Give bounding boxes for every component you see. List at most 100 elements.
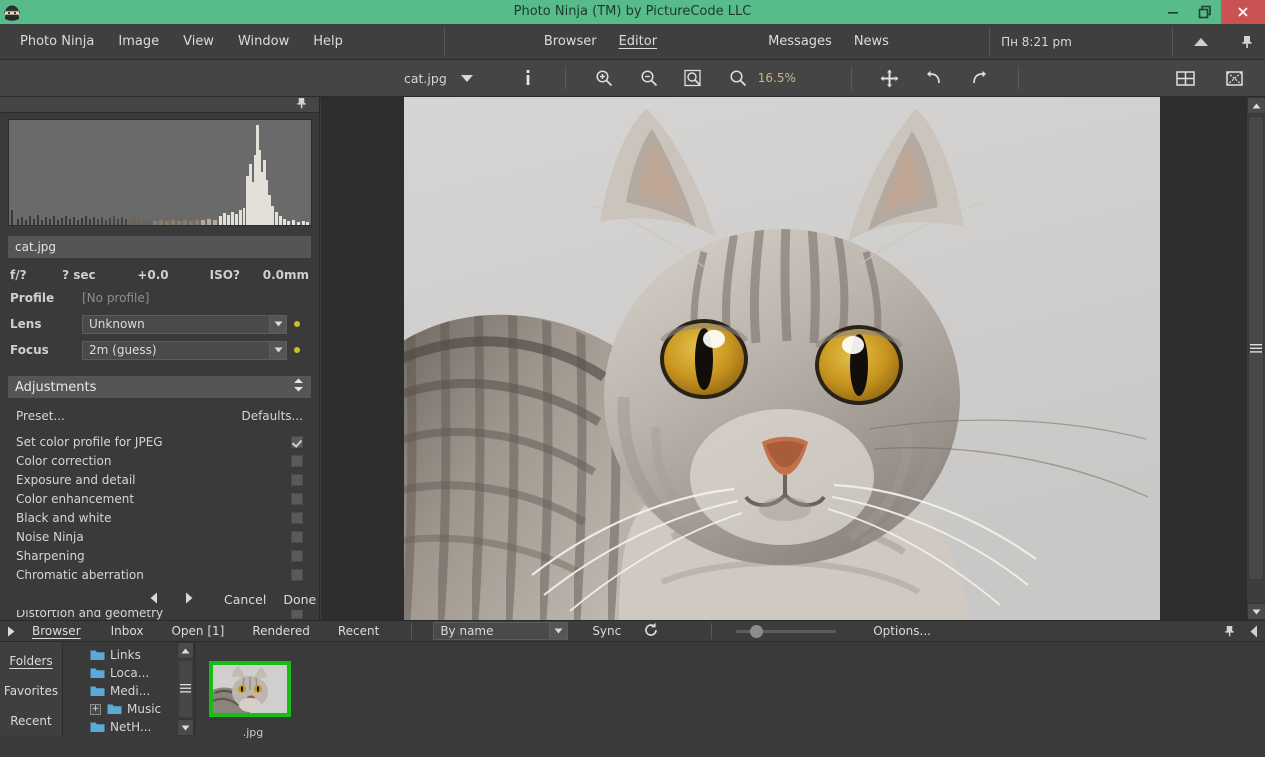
photo-canvas[interactable] bbox=[404, 97, 1160, 620]
adjustment-checkbox[interactable] bbox=[291, 530, 303, 543]
place-recent[interactable]: Recent bbox=[10, 706, 51, 736]
adjustment-checkbox[interactable] bbox=[291, 549, 303, 562]
defaults-button[interactable]: Defaults... bbox=[241, 409, 303, 423]
lens-select[interactable]: Unknown bbox=[82, 314, 287, 334]
adjustment-row-black-and-white[interactable]: Black and white bbox=[0, 508, 319, 527]
scrollbar-grip-icon bbox=[180, 682, 191, 696]
vertical-scroll-thumb[interactable] bbox=[1248, 116, 1264, 580]
slider-knob[interactable] bbox=[750, 624, 764, 638]
toolbar-divider-1 bbox=[564, 66, 566, 90]
adjustment-row-set-color-profile[interactable]: Set color profile for JPEG bbox=[0, 432, 319, 451]
tree-expander-icon[interactable]: + bbox=[90, 704, 101, 715]
menu-window[interactable]: Window bbox=[226, 24, 301, 60]
browser-expand-button[interactable] bbox=[0, 626, 22, 637]
adjustment-row-color-enhancement[interactable]: Color enhancement bbox=[0, 489, 319, 508]
tree-row-nethood[interactable]: NetH... bbox=[64, 718, 194, 736]
tree-row-media[interactable]: Medi... bbox=[64, 682, 194, 700]
options-button[interactable]: Options... bbox=[873, 624, 931, 638]
menu-view[interactable]: View bbox=[171, 24, 226, 60]
zoom-out-icon[interactable] bbox=[633, 66, 665, 90]
scroll-up-button[interactable] bbox=[1247, 97, 1265, 114]
chevron-down-icon[interactable] bbox=[549, 623, 568, 639]
viewer-vertical-scrollbar[interactable] bbox=[1246, 97, 1265, 620]
chevron-down-icon[interactable] bbox=[269, 341, 286, 359]
adjustment-row-chromatic-aberration[interactable]: Chromatic aberration bbox=[0, 565, 319, 584]
file-dropdown-button[interactable] bbox=[453, 66, 481, 90]
tree-row-music[interactable]: + Music bbox=[64, 700, 194, 718]
done-button[interactable]: Done bbox=[283, 592, 316, 607]
tree-row-local[interactable]: Loca... bbox=[64, 664, 194, 682]
adjustment-checkbox[interactable] bbox=[291, 492, 303, 505]
tree-vertical-scrollbar[interactable] bbox=[177, 642, 194, 736]
image-filename-field[interactable]: cat.jpg bbox=[8, 236, 311, 258]
collapse-panel-button[interactable] bbox=[1173, 37, 1229, 47]
tab-news[interactable]: News bbox=[843, 24, 900, 60]
adjustment-row-color-correction[interactable]: Color correction bbox=[0, 451, 319, 470]
zoom-fit-icon[interactable] bbox=[677, 66, 710, 90]
browser-tab-recent[interactable]: Recent bbox=[328, 620, 389, 642]
thumbnail-size-slider[interactable] bbox=[736, 624, 837, 638]
thumbnail-item[interactable]: .jpg bbox=[209, 661, 297, 739]
menu-help[interactable]: Help bbox=[301, 24, 355, 60]
sort-order-select[interactable]: By name bbox=[433, 622, 569, 640]
adjustment-row-sharpening[interactable]: Sharpening bbox=[0, 546, 319, 565]
folder-tree[interactable]: Links Loca... Medi... + Music NetH... bbox=[64, 642, 195, 736]
preset-button[interactable]: Preset... bbox=[16, 409, 65, 423]
browser-tab-browser[interactable]: Browser bbox=[22, 620, 91, 642]
pin-icon[interactable] bbox=[296, 97, 307, 113]
menu-photo-ninja[interactable]: Photo Ninja bbox=[8, 24, 106, 60]
tree-row-links[interactable]: Links bbox=[64, 646, 194, 664]
adjustment-checkbox[interactable] bbox=[291, 435, 303, 448]
focus-select[interactable]: 2m (guess) bbox=[82, 340, 287, 360]
place-folders[interactable]: Folders bbox=[9, 646, 52, 676]
tree-scroll-down-button[interactable] bbox=[177, 719, 194, 736]
restore-button[interactable] bbox=[1189, 0, 1221, 24]
scroll-down-button[interactable] bbox=[1247, 603, 1265, 620]
adjustment-checkbox[interactable] bbox=[291, 473, 303, 486]
pan-tool-icon[interactable] bbox=[873, 66, 906, 90]
place-favorites[interactable]: Favorites bbox=[4, 676, 58, 706]
sync-button[interactable]: Sync bbox=[592, 624, 621, 638]
adjustment-row-noise-ninja[interactable]: Noise Ninja bbox=[0, 527, 319, 546]
info-icon[interactable] bbox=[517, 66, 539, 90]
folder-icon bbox=[90, 667, 105, 679]
undo-icon[interactable] bbox=[919, 66, 950, 90]
chevron-down-icon[interactable] bbox=[269, 315, 286, 333]
tab-browser[interactable]: Browser bbox=[533, 24, 608, 60]
tab-editor[interactable]: Editor bbox=[608, 24, 668, 60]
thumbnail-image[interactable] bbox=[209, 661, 291, 717]
folder-icon bbox=[90, 649, 105, 661]
adjustment-checkbox[interactable] bbox=[291, 454, 303, 467]
adjustment-checkbox[interactable] bbox=[291, 511, 303, 524]
tree-scroll-up-button[interactable] bbox=[177, 642, 194, 659]
minimize-button[interactable] bbox=[1157, 0, 1189, 24]
grid-view-icon[interactable] bbox=[1169, 66, 1202, 90]
histogram[interactable] bbox=[8, 119, 312, 226]
triangle-left-icon[interactable] bbox=[146, 592, 162, 607]
close-button[interactable] bbox=[1221, 0, 1265, 24]
zoom-in-icon[interactable] bbox=[588, 66, 620, 90]
profile-value[interactable]: [No profile] bbox=[82, 291, 149, 305]
browser-tab-rendered[interactable]: Rendered bbox=[242, 620, 319, 642]
pin-panel-button[interactable] bbox=[1229, 35, 1265, 49]
browser-pin-button[interactable] bbox=[1215, 625, 1243, 638]
menu-image[interactable]: Image bbox=[106, 24, 171, 60]
adjustment-row-exposure-and-detail[interactable]: Exposure and detail bbox=[0, 470, 319, 489]
adjustment-checkbox[interactable] bbox=[291, 568, 303, 581]
cancel-button[interactable]: Cancel bbox=[224, 592, 266, 607]
browser-tab-open[interactable]: Open [1] bbox=[161, 620, 234, 642]
refresh-icon[interactable] bbox=[643, 622, 659, 641]
mode-tabs: Browser Editor bbox=[533, 24, 668, 60]
tree-scroll-thumb[interactable] bbox=[178, 660, 193, 718]
redo-icon[interactable] bbox=[963, 66, 994, 90]
triangle-right-icon[interactable] bbox=[181, 592, 197, 607]
browser-collapse-button[interactable] bbox=[1243, 625, 1265, 638]
zoom-actual-icon[interactable] bbox=[722, 66, 754, 90]
compare-view-icon[interactable] bbox=[1218, 66, 1251, 90]
tab-messages[interactable]: Messages bbox=[757, 24, 843, 60]
browser-tab-inbox[interactable]: Inbox bbox=[101, 620, 154, 642]
image-viewer[interactable] bbox=[321, 97, 1246, 620]
adjustments-header[interactable]: Adjustments bbox=[8, 376, 311, 398]
updown-arrows-icon[interactable] bbox=[293, 378, 304, 396]
thumbnail-grid[interactable]: .jpg bbox=[196, 642, 1265, 739]
